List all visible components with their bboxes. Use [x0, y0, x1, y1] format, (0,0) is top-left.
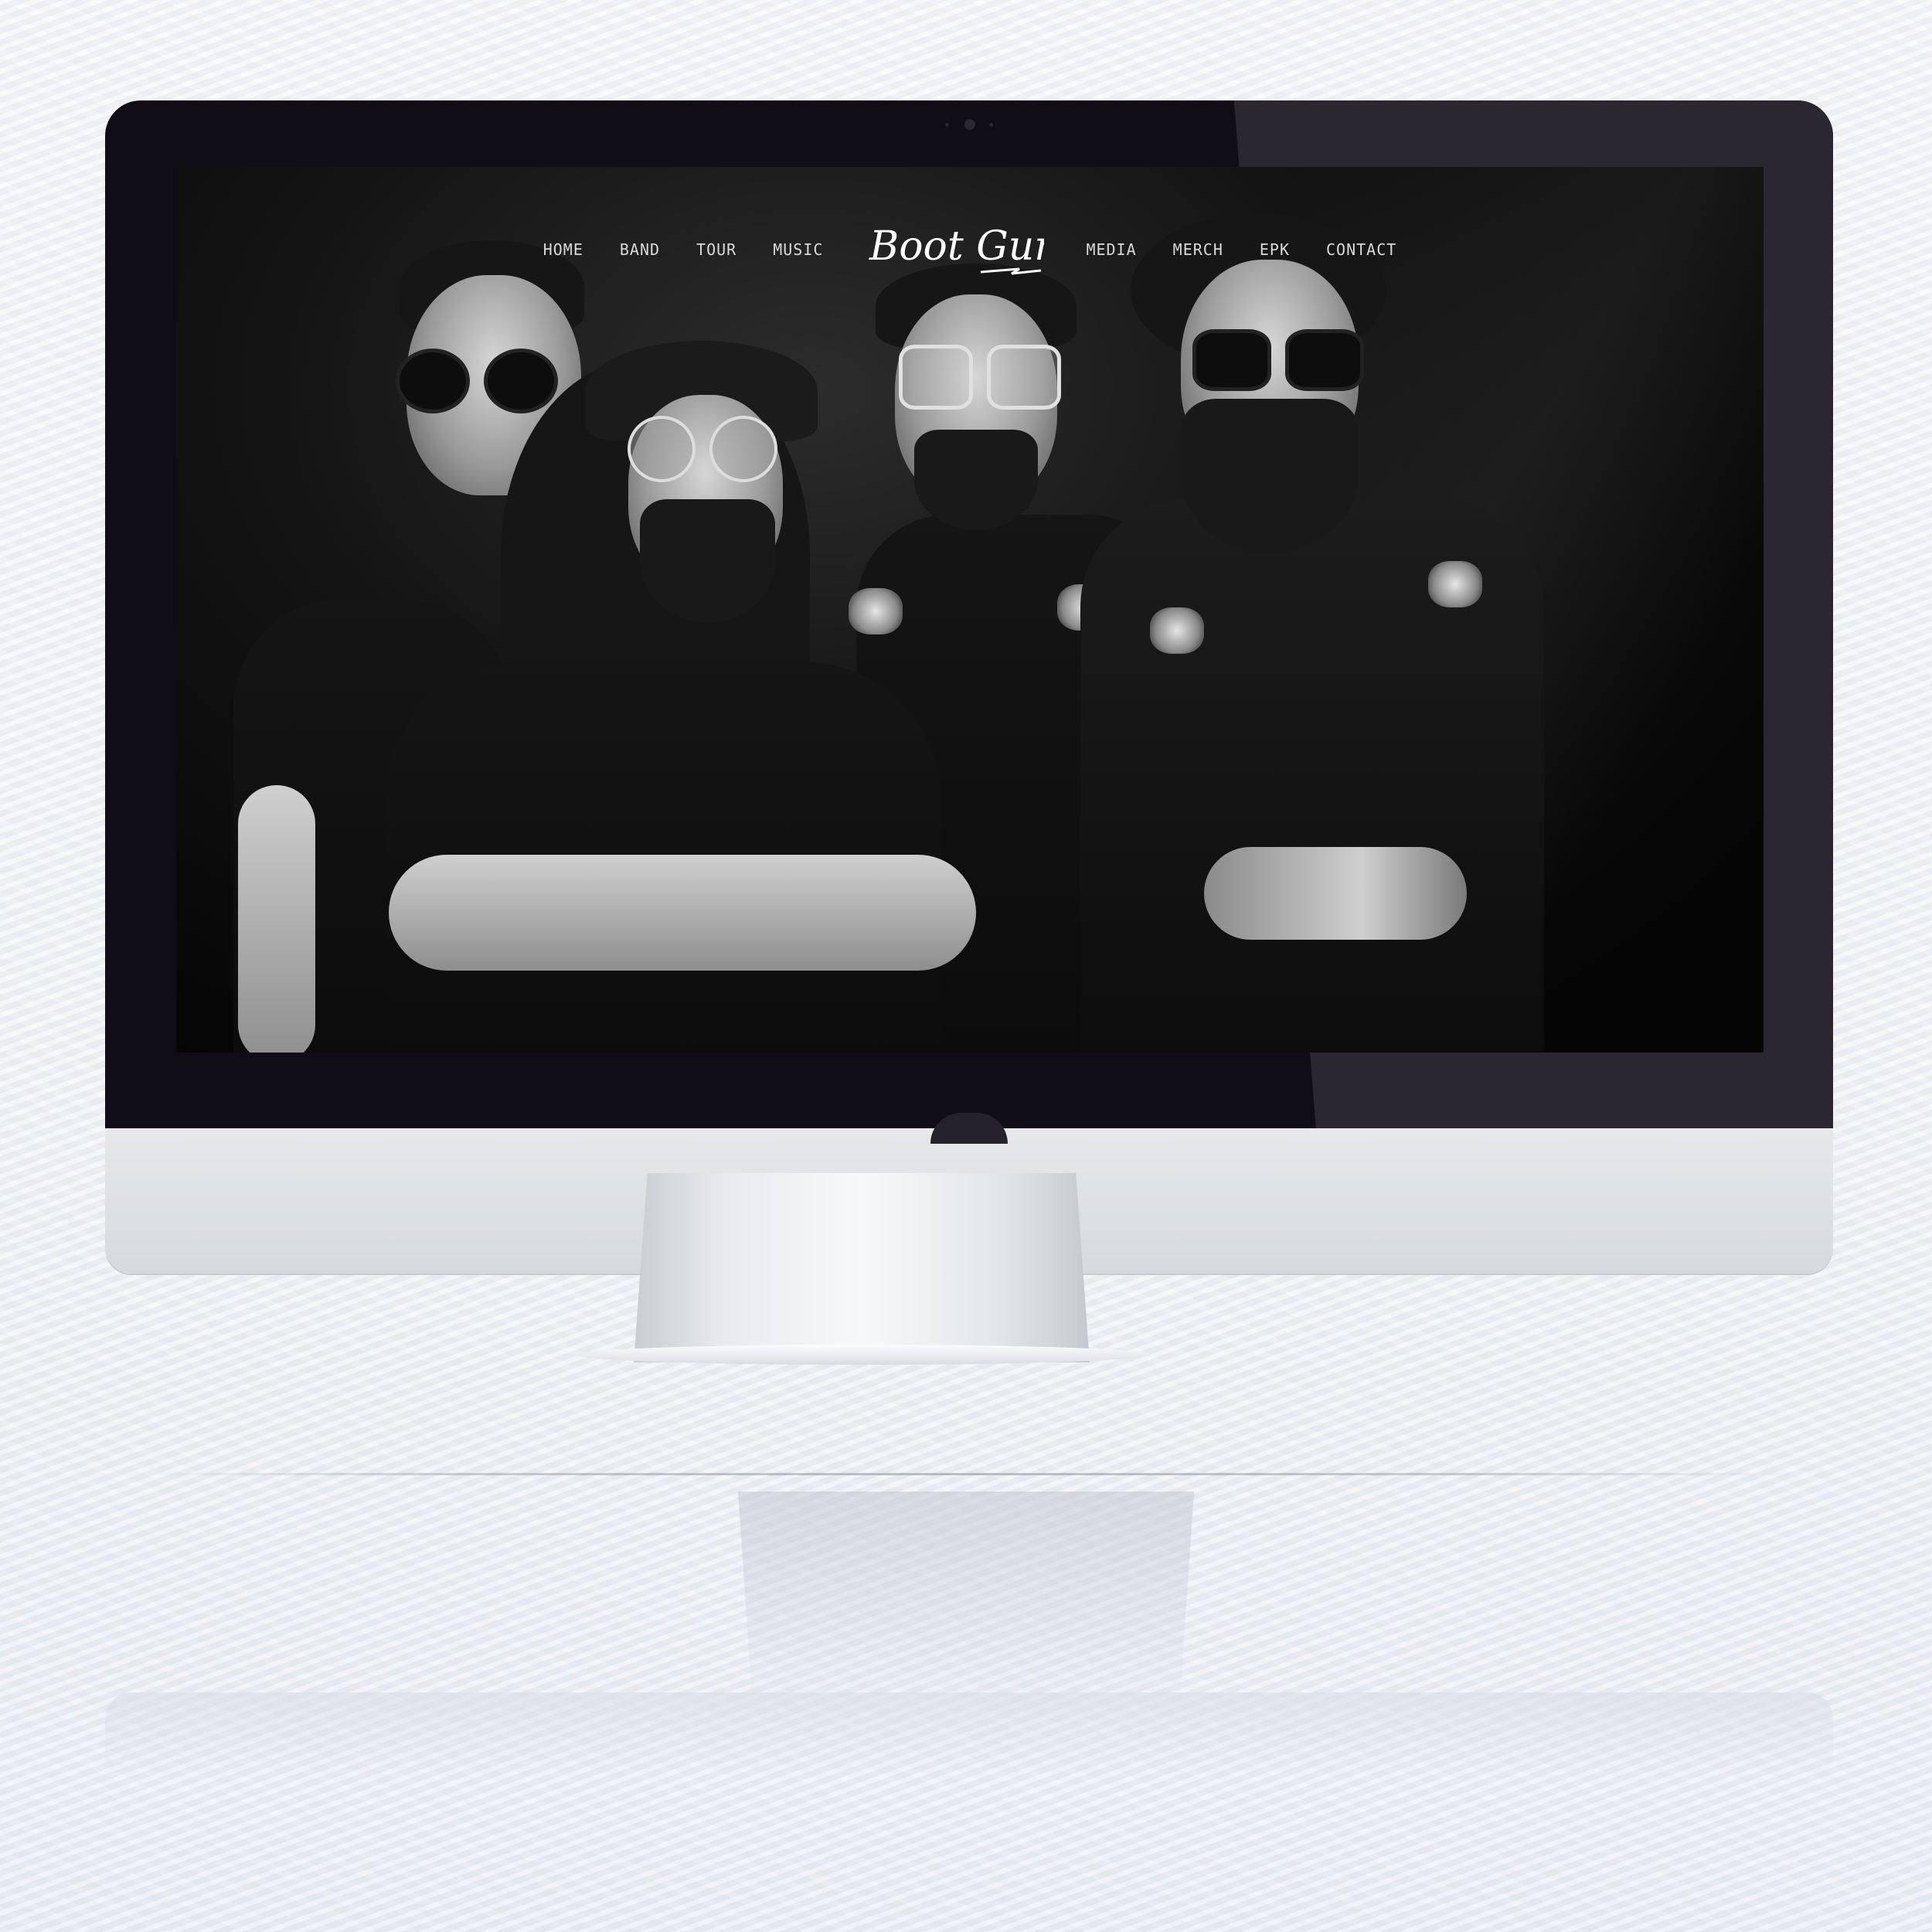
- member-2-crossed-arms: [389, 855, 976, 971]
- member-3-beard: [914, 430, 1038, 530]
- member-4-sunglasses: [1192, 329, 1364, 391]
- jacket-embroidery: [1150, 607, 1204, 654]
- member-3-glasses: [899, 345, 1061, 410]
- nav-left-group: HOME BAND TOUR MUSIC: [543, 240, 824, 259]
- nav-music[interactable]: MUSIC: [773, 240, 823, 259]
- member-1-arm: [238, 785, 315, 1053]
- sensor-dot: [945, 123, 949, 127]
- camera-icon: [964, 119, 975, 130]
- desktop-monitor-mockup: HOME BAND TOUR MUSIC Boot Gun MEDIA MERC…: [105, 100, 1833, 1275]
- sensor-dot: [989, 123, 993, 127]
- member-2-beard: [640, 499, 775, 623]
- nav-media[interactable]: MEDIA: [1086, 240, 1136, 259]
- member-4-beard: [1181, 399, 1359, 553]
- shirt-embroidery: [849, 588, 903, 634]
- nav-band[interactable]: BAND: [620, 240, 660, 259]
- member-4-hands: [1204, 847, 1467, 940]
- nav-home[interactable]: HOME: [543, 240, 583, 259]
- boot-gun-logo: Boot Gun: [869, 223, 1044, 275]
- member-1-sunglasses: [396, 349, 558, 413]
- nav-epk[interactable]: EPK: [1260, 240, 1290, 259]
- member-2-round-glasses: [628, 416, 777, 482]
- website-screen: HOME BAND TOUR MUSIC Boot Gun MEDIA MERC…: [176, 167, 1764, 1053]
- nav-contact[interactable]: CONTACT: [1326, 240, 1396, 259]
- nav-right-group: MEDIA MERCH EPK CONTACT: [1086, 240, 1396, 259]
- nav-merch[interactable]: MERCH: [1173, 240, 1223, 259]
- nav-tour[interactable]: TOUR: [696, 240, 736, 259]
- monitor-stand-base: [575, 1345, 1151, 1365]
- site-logo[interactable]: Boot Gun: [865, 215, 1044, 284]
- stand-reflection: [738, 1492, 1194, 1692]
- monitor-stand: [634, 1173, 1090, 1362]
- jacket-embroidery: [1428, 561, 1482, 607]
- monitor-bezel: HOME BAND TOUR MUSIC Boot Gun MEDIA MERC…: [105, 100, 1833, 1128]
- main-navigation: HOME BAND TOUR MUSIC Boot Gun MEDIA MERC…: [176, 215, 1764, 284]
- logo-text: Boot Gun: [869, 223, 1044, 270]
- monitor-reflection: [105, 1692, 1833, 1777]
- desk-horizon-line: [139, 1473, 1793, 1475]
